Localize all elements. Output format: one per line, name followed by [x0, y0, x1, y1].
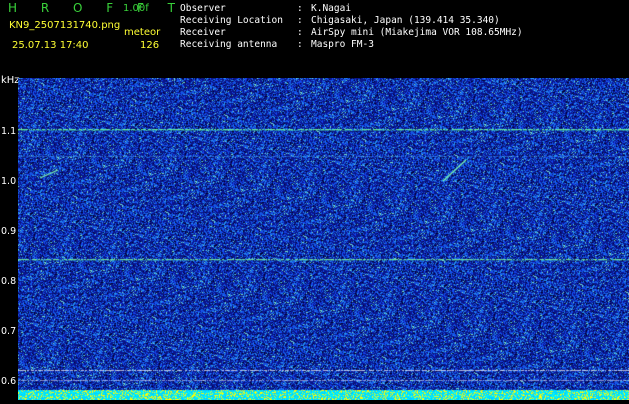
spectrogram-canvas	[18, 78, 629, 400]
y-axis-unit: kHz	[1, 75, 20, 86]
y-tick-label: 0.6	[1, 376, 16, 387]
y-tick-label: 0.9	[1, 226, 16, 237]
spectrogram-plot	[18, 78, 629, 400]
y-tick-label: 1.0	[1, 176, 16, 187]
y-tick-label: 0.7	[1, 326, 16, 337]
y-tick-label: 1.1	[1, 126, 16, 137]
y-tick-label: 0.8	[1, 276, 16, 287]
